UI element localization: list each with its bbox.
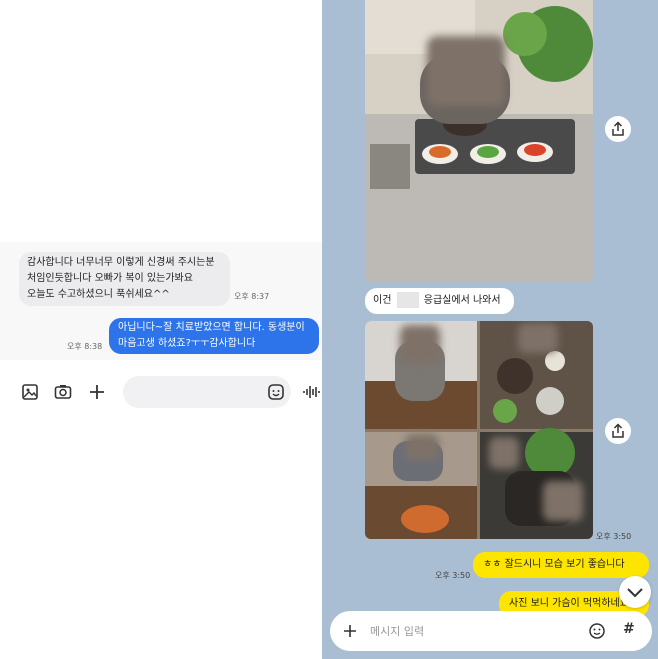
outgoing-message-time: 오후 8:38 (67, 342, 103, 351)
voice-wave-icon[interactable] (302, 383, 320, 401)
photo-caption-bubble[interactable]: 이건 응급실에서 나와서 (365, 288, 514, 314)
share-icon (612, 423, 624, 438)
image-icon[interactable] (21, 383, 39, 401)
caption-text-before: 이건 (373, 295, 392, 306)
incoming-message-time: 오후 8:37 (234, 292, 270, 301)
blurred-face (427, 36, 505, 106)
share-button-1[interactable] (605, 116, 631, 142)
message-input-field[interactable] (123, 376, 291, 408)
blurred-face (518, 323, 558, 353)
message-input-placeholder: 메시지 입력 (370, 625, 425, 638)
caption-redaction (396, 292, 419, 308)
chevron-down-icon (627, 588, 643, 598)
emoji-icon[interactable] (267, 383, 285, 401)
share-icon (612, 121, 624, 136)
restaurant-photo-large[interactable] (365, 0, 593, 282)
camera-icon[interactable] (54, 383, 72, 401)
photos-time: 오후 3:50 (596, 532, 632, 541)
reply-1-text: ㅎㅎ 잘드시니 모습 보기 좋습니다 (483, 559, 625, 570)
left-chat-screen: 감사합니다 너무너무 이렇게 신경써 주시는분 처임인듯합니다 오빠가 복이 있… (0, 0, 322, 659)
reply-1-time: 오후 3:50 (435, 571, 471, 580)
plus-icon[interactable] (88, 383, 106, 401)
blurred-face (543, 481, 583, 521)
blurred-face (489, 437, 519, 469)
photo-grid[interactable] (365, 321, 593, 539)
blurred-face (405, 434, 439, 460)
incoming-message-text: 감사합니다 너무너무 이렇게 신경써 주시는분 처임인듯합니다 오빠가 복이 있… (27, 257, 215, 300)
message-input-bar[interactable]: 메시지 입력 # (330, 611, 652, 651)
scroll-down-button[interactable] (619, 576, 651, 608)
reply-bubble-1[interactable]: ㅎㅎ 잘드시니 모습 보기 좋습니다 (473, 552, 649, 578)
right-chat-screen: 이건 응급실에서 나와서 오후 3:50 오후 3:50 ㅎㅎ 잘드시니 모습 … (322, 0, 658, 659)
caption-text-after: 응급실에서 나와서 (423, 295, 501, 306)
outgoing-message-text: 아닙니다~잘 치료받았으면 합니다. 동생분이 마음고생 하셨죠?ㅜㅜ감사합니다 (118, 322, 305, 349)
plus-icon[interactable] (342, 623, 358, 639)
incoming-message-bubble[interactable]: 감사합니다 너무너무 이렇게 신경써 주시는분 처임인듯합니다 오빠가 복이 있… (19, 252, 230, 306)
blurred-face (400, 325, 440, 363)
hashtag-button[interactable]: # (623, 621, 635, 637)
share-button-2[interactable] (605, 418, 631, 444)
emoji-icon[interactable] (588, 622, 606, 640)
outgoing-message-bubble[interactable]: 아닙니다~잘 치료받았으면 합니다. 동생분이 마음고생 하셨죠?ㅜㅜ감사합니다 (109, 318, 319, 354)
reply-2-text: 사진 보니 가슴이 먹먹하네요 (509, 598, 629, 609)
